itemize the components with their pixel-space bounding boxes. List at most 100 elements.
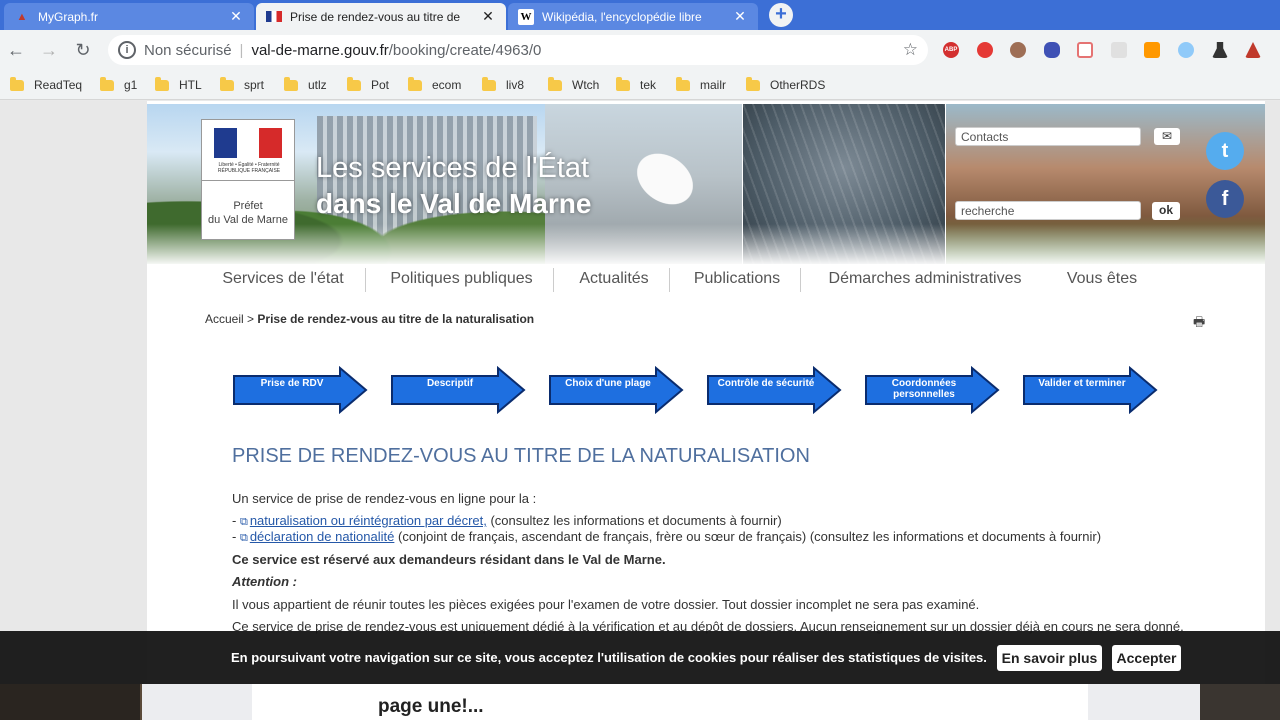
accept-button[interactable]: Accepter — [1112, 645, 1181, 671]
tab-booking[interactable]: Prise de rendez-vous au titre de ✕ — [256, 3, 506, 30]
step-label: Descriptif — [426, 378, 474, 389]
wikipedia-icon: W — [518, 8, 534, 25]
attention-heading: Attention : — [232, 574, 297, 589]
mail-icon[interactable]: ✉ — [1154, 128, 1180, 145]
close-icon[interactable]: ✕ — [732, 8, 748, 25]
twitter-icon[interactable]: t — [1206, 132, 1244, 170]
list-item: - ⧉ naturalisation ou réintégration par d… — [232, 513, 782, 529]
menu-item[interactable]: Démarches administratives — [815, 264, 1035, 306]
address-separator: | — [239, 41, 244, 59]
breadcrumb: Accueil > Prise de rendez-vous au titre … — [205, 312, 534, 326]
extension-round-icon[interactable] — [1010, 42, 1026, 58]
bookmark-folder[interactable]: tek — [616, 76, 657, 93]
bookmark-folder[interactable]: Pot — [347, 76, 389, 93]
step-choix-plage[interactable]: Choix d'une plage — [548, 366, 684, 414]
close-icon[interactable]: ✕ — [480, 8, 496, 25]
external-link-icon: ⧉ — [239, 516, 248, 528]
bookmark-folder[interactable]: sprt — [220, 76, 264, 93]
bookmark-label: tek — [640, 78, 657, 92]
arrow-icon — [549, 366, 684, 414]
step-controle-securite[interactable]: Contrôle de sécurité — [706, 366, 842, 414]
dark-edge — [1200, 684, 1280, 720]
menu-item[interactable]: Actualités — [567, 264, 661, 306]
bookmark-folder[interactable]: g1 — [100, 76, 138, 93]
item2-detail: (conjoint de français, ascendant de fran… — [394, 529, 1102, 544]
address-bar[interactable]: i Non sécurisé | val-de-marne.gouv.fr /b… — [108, 35, 928, 65]
step-label: Contrôle de sécurité — [717, 378, 815, 389]
bookmark-folder[interactable]: mailr — [676, 76, 726, 93]
menu-item[interactable]: Services de l'état — [213, 264, 353, 306]
breadcrumb-home[interactable]: Accueil — [205, 312, 244, 326]
opera-icon[interactable] — [977, 42, 993, 58]
learn-more-button[interactable]: En savoir plus — [997, 645, 1102, 671]
folder-icon — [408, 76, 422, 91]
french-flag-icon — [266, 11, 282, 22]
print-icon[interactable]: 🖶 — [1193, 313, 1205, 335]
search-input[interactable]: recherche — [955, 201, 1141, 220]
step-label: Choix d'une plage — [565, 378, 651, 389]
folder-icon — [100, 76, 114, 91]
bookmark-label: ReadTeq — [34, 78, 83, 92]
bookmark-folder[interactable]: ecom — [408, 76, 462, 93]
declaration-link[interactable]: déclaration de nationalité — [250, 529, 395, 544]
naturalisation-link[interactable]: naturalisation ou réintégration par décr… — [250, 513, 487, 528]
plus-icon: + — [769, 3, 793, 27]
bookmark-folder[interactable]: liv8 — [482, 76, 524, 93]
menu-item[interactable]: Vous êtes — [1052, 264, 1152, 306]
info-icon[interactable]: i — [118, 41, 136, 59]
list-dash: - — [232, 513, 240, 528]
extension-grid-icon[interactable] — [1111, 42, 1127, 58]
security-label: Non sécurisé — [144, 41, 232, 59]
menu-item[interactable]: Politiques publiques — [379, 264, 544, 306]
adblock-icon[interactable]: ABP — [943, 42, 959, 58]
step-descriptif[interactable]: Descriptif — [390, 366, 526, 414]
back-button[interactable]: ← — [4, 39, 28, 63]
bookmark-folder[interactable]: utlz — [284, 76, 327, 93]
step-coordonnees[interactable]: Coordonnées personnelles — [864, 366, 1000, 414]
tab-wikipedia[interactable]: W Wikipédia, l'encyclopédie libre ✕ — [508, 3, 758, 30]
extension-blue-icon[interactable] — [1178, 42, 1194, 58]
step-valider[interactable]: Valider et terminer — [1022, 366, 1158, 414]
item1-detail: (consultez les informations et documents… — [486, 513, 782, 528]
bookmark-label: ecom — [432, 78, 462, 92]
tab-title: Prise de rendez-vous au titre de — [290, 9, 461, 24]
list-item: - ⧉ déclaration de nationalité (conjoint … — [232, 529, 1101, 545]
extension-square-icon[interactable] — [1144, 42, 1160, 58]
bookmark-folder[interactable]: Wtch — [548, 76, 599, 93]
reserved-notice: Ce service est réservé aux demandeurs ré… — [232, 552, 666, 567]
folder-icon — [482, 76, 496, 91]
browser-toolbar: ← → ↻ i Non sécurisé | val-de-marne.gouv… — [0, 30, 1280, 70]
bookmark-folder[interactable]: HTL — [155, 76, 202, 93]
folder-icon — [548, 76, 562, 91]
bookmark-star-icon[interactable]: ☆ — [903, 40, 918, 60]
flask-icon[interactable] — [1212, 42, 1228, 58]
new-tab-button[interactable]: + — [767, 3, 795, 27]
web-page: Liberté • Égalité • Fraternité RÉPUBLIQU… — [0, 101, 1280, 720]
bookmark-folder[interactable]: OtherRDS — [746, 76, 825, 93]
tab-mygraph[interactable]: ▲ MyGraph.fr ✕ — [4, 3, 254, 30]
menu-item[interactable]: Publications — [683, 264, 791, 306]
contacts-field[interactable]: Contacts — [955, 127, 1141, 146]
forward-button[interactable]: → — [37, 39, 61, 63]
external-link-icon: ⧉ — [239, 532, 248, 544]
cookie-banner: En poursuivant votre navigation sur ce s… — [0, 631, 1280, 684]
close-icon[interactable]: ✕ — [228, 8, 244, 25]
tab-title: Wikipédia, l'encyclopédie libre — [542, 9, 702, 24]
reload-button[interactable]: ↻ — [71, 39, 95, 63]
site-headline: Les services de l'État — [316, 152, 590, 184]
facebook-icon[interactable]: f — [1206, 180, 1244, 218]
menu-divider — [669, 268, 670, 292]
extension-cross-icon[interactable] — [1077, 42, 1093, 58]
arrow-icon — [233, 366, 368, 414]
folder-icon — [284, 76, 298, 91]
extension-triangle-icon[interactable] — [1245, 42, 1261, 58]
search-ok-button[interactable]: ok — [1152, 202, 1180, 220]
extension-puzzle-icon[interactable] — [1044, 42, 1060, 58]
prefecture-logo[interactable]: Liberté • Égalité • Fraternité RÉPUBLIQU… — [201, 119, 295, 240]
url-path: /booking/create/4963/0 — [388, 41, 542, 59]
bookmark-folder[interactable]: ReadTeq — [10, 76, 83, 93]
bookmark-label: g1 — [124, 78, 138, 92]
step-prise-rdv[interactable]: Prise de RDV — [232, 366, 368, 414]
underlying-video-frame: page une!... — [0, 684, 1280, 720]
breadcrumb-current: Prise de rendez-vous au titre de la natu… — [257, 312, 535, 326]
